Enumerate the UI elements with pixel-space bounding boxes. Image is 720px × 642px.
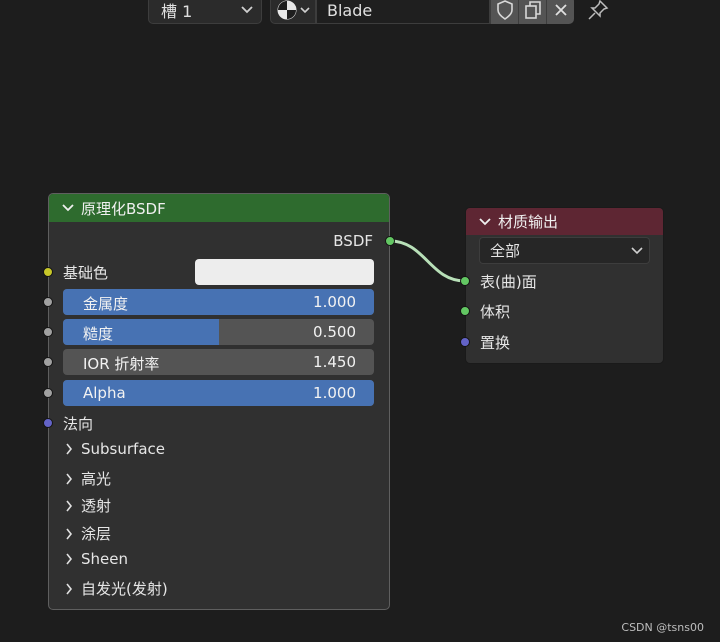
panel-emission[interactable]: 自发光(发射)	[65, 578, 168, 599]
panel-label: 自发光(发射)	[81, 580, 168, 598]
node-header[interactable]: 原理化BSDF	[49, 194, 389, 222]
normal-label: 法向	[63, 415, 94, 433]
panel-subsurface[interactable]: Subsurface	[65, 440, 165, 458]
displacement-socket[interactable]	[460, 337, 470, 347]
panel-label: 涂层	[81, 525, 112, 543]
roughness-slider[interactable]: 糙度 0.500	[63, 319, 374, 345]
slider-value: 1.450	[313, 353, 356, 371]
target-dropdown[interactable]: 全部	[479, 237, 650, 264]
target-value: 全部	[490, 242, 521, 260]
chevron-right-icon	[65, 583, 73, 595]
panel-label: 高光	[81, 470, 112, 488]
panel-label: 透射	[81, 497, 112, 515]
slider-label: 糙度	[83, 325, 114, 343]
surface-label: 表(曲)面	[480, 273, 537, 291]
surface-socket[interactable]	[460, 276, 470, 286]
chevron-down-icon	[631, 246, 643, 256]
panel-sheen[interactable]: Sheen	[65, 550, 128, 568]
panel-coat[interactable]: 涂层	[65, 523, 111, 544]
normal-socket[interactable]	[43, 418, 53, 428]
principled-bsdf-node[interactable]: 原理化BSDF BSDF 基础色 金属度 1.000 糙度 0.500 IOR …	[43, 193, 395, 610]
base-color-field[interactable]	[195, 259, 374, 285]
chevron-right-icon	[65, 473, 73, 485]
chevron-right-icon	[65, 500, 73, 512]
node-header[interactable]: 材质输出	[466, 208, 663, 235]
node-title: 原理化BSDF	[81, 199, 166, 218]
volume-socket[interactable]	[460, 306, 470, 316]
slider-label: 金属度	[83, 295, 129, 313]
panel-label: Subsurface	[81, 440, 165, 458]
slider-value: 1.000	[313, 293, 356, 311]
slider-value: 1.000	[313, 384, 356, 402]
chevron-down-icon[interactable]	[478, 217, 492, 227]
watermark: CSDN @tsns00	[621, 621, 704, 634]
panel-specular[interactable]: 高光	[65, 468, 111, 489]
alpha-socket[interactable]	[43, 388, 53, 398]
slider-label: Alpha	[83, 384, 126, 402]
slider-label: IOR 折射率	[83, 355, 160, 373]
ior-socket[interactable]	[43, 357, 53, 367]
panel-label: Sheen	[81, 550, 128, 568]
chevron-down-icon[interactable]	[61, 203, 75, 213]
displacement-label: 置换	[480, 334, 511, 352]
bsdf-output-socket[interactable]	[385, 236, 395, 246]
ior-slider[interactable]: IOR 折射率 1.450	[63, 349, 374, 375]
bsdf-output-label: BSDF	[333, 232, 373, 250]
panel-transmission[interactable]: 透射	[65, 495, 111, 516]
alpha-slider[interactable]: Alpha 1.000	[63, 380, 374, 406]
chevron-right-icon	[65, 528, 73, 540]
base-color-label: 基础色	[63, 264, 109, 282]
base-color-socket[interactable]	[43, 267, 53, 277]
chevron-right-icon	[65, 443, 73, 455]
metallic-socket[interactable]	[43, 297, 53, 307]
roughness-socket[interactable]	[43, 327, 53, 337]
slider-value: 0.500	[313, 323, 356, 341]
node-title: 材质输出	[498, 213, 559, 231]
metallic-slider[interactable]: 金属度 1.000	[63, 289, 374, 315]
chevron-right-icon	[65, 553, 73, 565]
volume-label: 体积	[480, 303, 511, 321]
material-output-node[interactable]: 材质输出 全部 表(曲)面 体积 置换	[460, 207, 664, 364]
